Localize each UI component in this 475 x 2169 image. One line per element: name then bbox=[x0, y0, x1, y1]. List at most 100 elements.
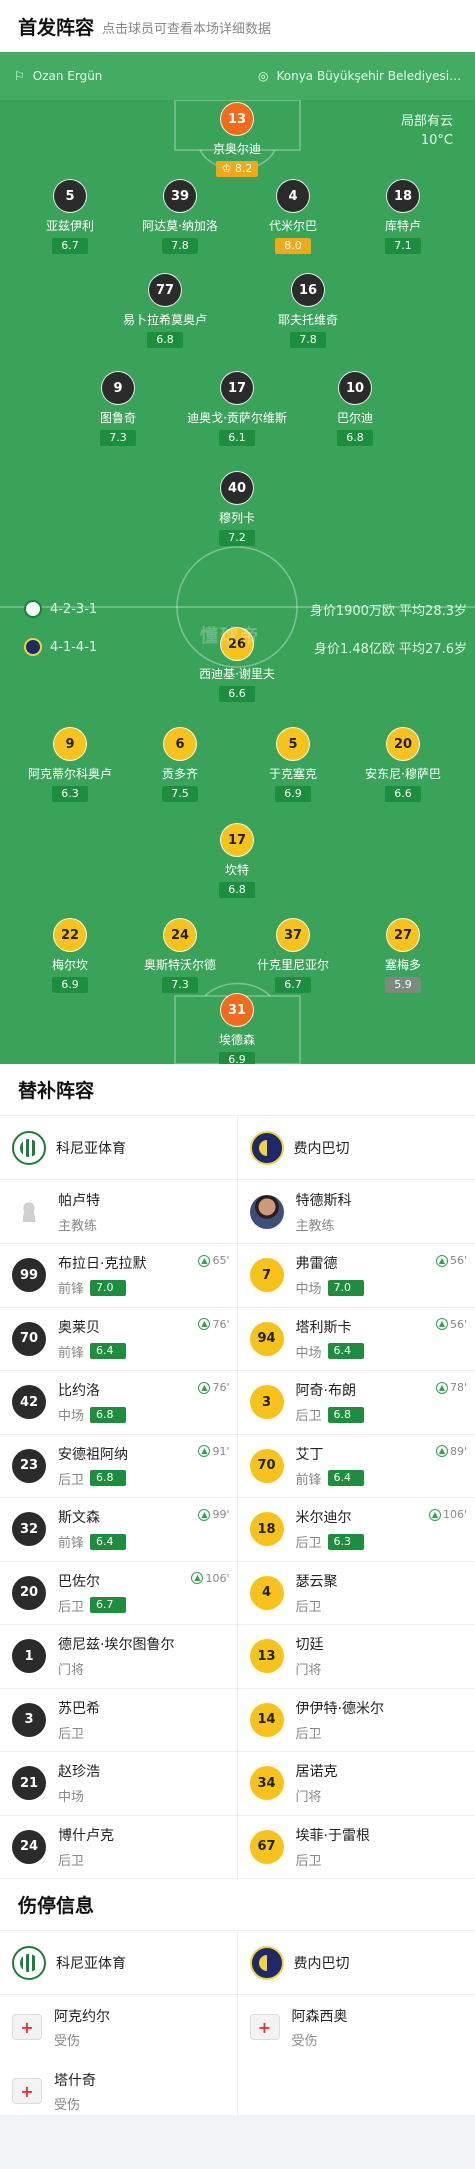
sub-player-row[interactable]: 1 德尼兹·埃尔图鲁尔 门将 bbox=[0, 1625, 238, 1689]
substitution-in: ▲ 56' bbox=[435, 1254, 467, 1267]
sub-in-icon: ▲ bbox=[198, 1445, 211, 1457]
substitution-in: ▲ 106' bbox=[191, 1572, 230, 1585]
whistle-icon: ⚐ bbox=[14, 69, 25, 83]
sub-player-row[interactable]: 21 赵珍浩 中场 bbox=[0, 1752, 238, 1816]
pitch-player[interactable]: 17 迪奥戈·贡萨尔维斯 6.1 bbox=[172, 371, 302, 446]
sub-player-row[interactable]: 20 巴佐尔 后卫 6.7 ▲ 106' bbox=[0, 1562, 238, 1625]
player-number: 77 bbox=[148, 273, 182, 307]
sub-player-info: 埃菲·于雷根 后卫 bbox=[296, 1825, 370, 1869]
pitch-player[interactable]: 27 塞梅多 5.9 bbox=[338, 918, 468, 993]
injury-status: 受伤 bbox=[54, 2097, 81, 2113]
sub-player-row[interactable]: 42 比约洛 中场 6.8 ▲ 76' bbox=[0, 1371, 238, 1435]
pitch-player[interactable]: 20 安东尼·穆萨巴 6.6 bbox=[338, 727, 468, 802]
pitch-player[interactable]: 24 奥斯特沃尔德 7.3 bbox=[115, 918, 245, 993]
sub-minute: 89' bbox=[449, 1444, 467, 1458]
player-number: 9 bbox=[53, 727, 87, 761]
away-injuries: 费内巴切 + 阿森西奥 受伤 bbox=[237, 1931, 475, 2123]
player-name: 博什卢克 bbox=[58, 1827, 114, 1844]
sub-minute: 76' bbox=[212, 1317, 230, 1331]
sub-player-info: 比约洛 中场 6.8 bbox=[58, 1380, 127, 1425]
player-name: 斯文森 bbox=[58, 1510, 100, 1527]
home-formation: 4-2-3-1 bbox=[24, 600, 97, 618]
player-name: 阿克约尔 bbox=[54, 2008, 110, 2025]
sub-player-info: 塔利斯卡 中场 6.4 bbox=[296, 1317, 364, 1361]
sub-in-icon: ▲ bbox=[428, 1508, 441, 1521]
sub-player-row[interactable]: 7 弗雷德 中场 7.0 ▲ 56' bbox=[237, 1244, 475, 1308]
player-name: 巴佐尔 bbox=[58, 1573, 100, 1590]
player-name: 易卜拉希莫奥卢 bbox=[122, 313, 207, 327]
pitch-player[interactable]: 31 埃德森 6.9 bbox=[172, 993, 302, 1064]
player-name: 弗雷德 bbox=[295, 1256, 338, 1273]
injuries-section: 科尼亚体育 + 阿克约尔 受伤 + 塔什奇 受伤 费内巴切 + 阿森西奥 受伤 bbox=[0, 1931, 475, 2123]
subs-section: 科尼亚体育 帕卢特 主教练 99 布拉日·克拉默 前锋 7.0 ▲ 65' 70 奥莱贝 前锋 6… bbox=[0, 1116, 475, 1879]
home-coach[interactable]: 帕卢特 主教练 bbox=[0, 1180, 238, 1244]
sub-player-row[interactable]: 24 博什卢克 后卫 bbox=[0, 1816, 238, 1879]
pitch-player[interactable]: 13 京奥尔迪 ♔ 8.2 bbox=[172, 102, 302, 177]
sub-player-row[interactable]: 13 切廷 门将 bbox=[237, 1625, 475, 1689]
player-meta: 后卫 6.8 bbox=[296, 1405, 364, 1424]
away-team-header[interactable]: 费内巴切 bbox=[237, 1116, 475, 1180]
away-coach[interactable]: 特德斯科 主教练 bbox=[237, 1180, 475, 1244]
home-value: 身价1900万欧 平均28.3岁 bbox=[310, 600, 467, 619]
medical-kit-icon: + bbox=[249, 2014, 280, 2040]
player-rating: 6.3 bbox=[327, 1533, 364, 1550]
player-name: 库特卢 bbox=[384, 219, 421, 233]
injury-row[interactable]: + 阿克约尔 受伤 bbox=[0, 1995, 238, 2059]
player-name: 西迪基·谢里夫 bbox=[199, 667, 275, 681]
pitch-player[interactable]: 39 阿达莫·纳加洛 7.8 bbox=[115, 179, 245, 254]
player-number: 21 bbox=[12, 1766, 46, 1801]
player-position: 后卫 bbox=[58, 1472, 85, 1488]
pitch-player[interactable]: 17 坎特 6.8 bbox=[172, 823, 302, 898]
sub-player-row[interactable]: 99 布拉日·克拉默 前锋 7.0 ▲ 65' bbox=[0, 1244, 238, 1308]
pitch-player[interactable]: 77 易卜拉希莫奥卢 6.8 bbox=[100, 273, 230, 348]
sub-player-row[interactable]: 14 伊伊特·德米尔 后卫 bbox=[237, 1689, 475, 1752]
sub-player-info: 安德祖阿纳 后卫 6.8 bbox=[58, 1444, 128, 1488]
home-team-header[interactable]: 科尼亚体育 bbox=[0, 1116, 238, 1180]
sub-player-row[interactable]: 67 埃菲·于雷根 后卫 bbox=[237, 1816, 475, 1879]
sub-in-icon: ▲ bbox=[198, 1318, 211, 1330]
player-rating: 6.4 bbox=[327, 1343, 364, 1360]
sub-player-info: 艾丁 前锋 6.4 bbox=[296, 1444, 364, 1488]
player-position: 中场 bbox=[58, 1409, 85, 1425]
injury-row[interactable]: + 阿森西奥 受伤 bbox=[238, 1995, 475, 2059]
player-name: 埃德森 bbox=[218, 1033, 255, 1047]
pitch-player[interactable]: 10 巴尔迪 6.8 bbox=[290, 371, 420, 446]
away-team-name: 费内巴切 bbox=[293, 1140, 350, 1157]
player-position: 前锋 bbox=[58, 1536, 85, 1552]
player-name: 坎特 bbox=[224, 863, 249, 877]
player-position: 前锋 bbox=[58, 1345, 85, 1361]
player-name: 塔利斯卡 bbox=[295, 1319, 352, 1336]
player-number: 13 bbox=[249, 1639, 284, 1674]
pitch-player[interactable]: 6 贡多齐 7.5 bbox=[115, 727, 245, 802]
player-number: 23 bbox=[12, 1448, 46, 1483]
sub-player-info: 居诺克 门将 bbox=[296, 1761, 338, 1805]
sub-player-row[interactable]: 34 居诺克 门将 bbox=[237, 1752, 475, 1816]
sub-player-row[interactable]: 70 奥莱贝 前锋 6.4 ▲ 76' bbox=[0, 1308, 238, 1371]
player-name: 塞梅多 bbox=[384, 958, 421, 972]
player-rating: 6.4 bbox=[327, 1470, 364, 1487]
sub-player-row[interactable]: 94 塔利斯卡 中场 6.4 ▲ 56' bbox=[237, 1308, 475, 1371]
player-position: 门将 bbox=[295, 1663, 322, 1679]
player-position: 前锋 bbox=[58, 1282, 85, 1298]
injury-row[interactable]: + 塔什奇 受伤 bbox=[0, 2059, 238, 2123]
pitch-player[interactable]: 16 耶夫托维奇 7.8 bbox=[243, 273, 373, 348]
pitch-player[interactable]: 40 穆列卡 7.2 bbox=[172, 471, 302, 546]
sub-player-row[interactable]: 3 苏巴希 后卫 bbox=[0, 1689, 238, 1752]
pitch-player[interactable]: 18 库特卢 7.1 bbox=[338, 179, 468, 254]
player-number: 42 bbox=[12, 1385, 46, 1420]
player-number: 3 bbox=[249, 1385, 284, 1420]
sub-player-row[interactable]: 3 阿奇·布朗 后卫 6.8 ▲ 78' bbox=[237, 1371, 475, 1435]
player-name: 米尔迪尔 bbox=[295, 1510, 352, 1527]
sub-player-row[interactable]: 4 瑟云聚 后卫 bbox=[237, 1562, 475, 1625]
sub-player-row[interactable]: 18 米尔迪尔 后卫 6.3 ▲ 106' bbox=[237, 1498, 475, 1562]
sub-player-row[interactable]: 32 斯文森 前锋 6.4 ▲ 99' bbox=[0, 1498, 238, 1562]
home-team-header[interactable]: 科尼亚体育 bbox=[0, 1931, 238, 1995]
sub-player-row[interactable]: 23 安德祖阿纳 后卫 6.8 ▲ 91' bbox=[0, 1435, 238, 1498]
away-formation-text: 4-1-4-1 bbox=[50, 639, 98, 655]
pitch-player[interactable]: 9 图鲁奇 7.3 bbox=[53, 371, 183, 446]
player-rating: 6.9 bbox=[275, 786, 311, 802]
away-team-header[interactable]: 费内巴切 bbox=[237, 1931, 475, 1995]
player-meta: 中场 bbox=[58, 1786, 100, 1805]
coach-name: 帕卢特 bbox=[58, 1192, 100, 1209]
sub-player-row[interactable]: 70 艾丁 前锋 6.4 ▲ 89' bbox=[237, 1435, 475, 1498]
